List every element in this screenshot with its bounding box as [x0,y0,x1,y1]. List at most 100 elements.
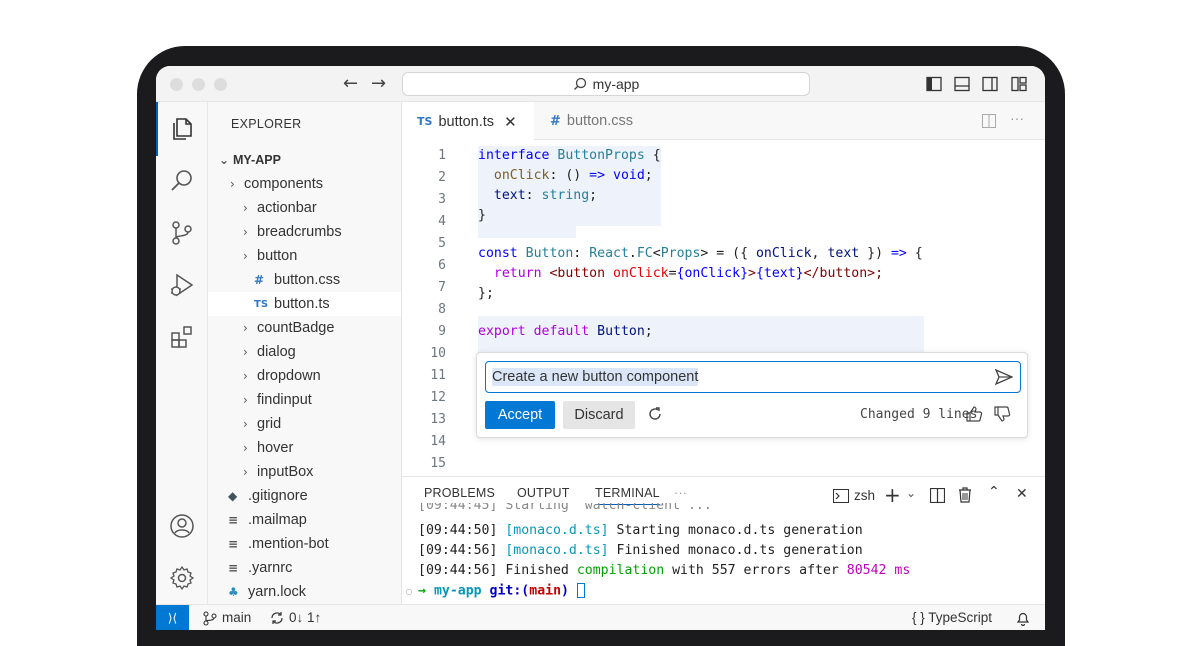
chevron-right-icon: › [243,393,248,407]
chat-input[interactable]: Create a new button component [485,361,1021,393]
tree-item-yarn-lock[interactable]: ♣ yarn.lock [208,580,401,604]
yarn-file-icon: ♣ [228,585,239,599]
tree-item-label: .mailmap [248,512,307,528]
more-actions-icon[interactable]: ··· [1010,110,1024,126]
add-terminal-icon[interactable]: + [884,483,901,507]
maximize-panel-icon[interactable]: ⌃ [988,484,1000,500]
terminal-icon [833,489,849,503]
accept-button[interactable]: Accept [485,401,555,429]
tree-item-countbadge[interactable]: › countBadge [208,316,401,340]
tree-item-button[interactable]: › button [208,244,401,268]
tree-item-dialog[interactable]: › dialog [208,340,401,364]
tree-item-label: breadcrumbs [257,224,342,240]
chevron-down-icon[interactable]: ⌄ [906,486,916,500]
split-editor-icon[interactable] [982,114,996,128]
inline-chat-widget: Create a new button component Accept Dis… [476,352,1028,438]
tree-item-mailmap[interactable]: ≡ .mailmap [208,508,401,532]
more-tabs-icon[interactable]: ··· [674,486,687,500]
window-zoom-button[interactable] [214,78,227,91]
tree-item-grid[interactable]: › grid [208,412,401,436]
tree-item-button-ts[interactable]: TS button.ts [208,292,401,316]
branch-name[interactable]: main [222,610,251,625]
bottom-panel: PROBLEMS OUTPUT TERMINAL ··· zsh + ⌄ ⌃ ✕… [402,476,1045,604]
tree-item-gitignore[interactable]: ◆ .gitignore [208,484,401,508]
chevron-down-icon: ⌄ [219,153,230,167]
close-panel-icon[interactable]: ✕ [1016,486,1028,502]
tree-item-hover[interactable]: › hover [208,436,401,460]
run-debug-icon[interactable] [169,272,195,298]
line-number: 13 [430,412,446,427]
arrow-left-icon[interactable]: ← [343,73,358,94]
tree-item-label: button.ts [274,296,330,312]
notification-bell-icon[interactable] [1016,611,1030,626]
tree-item-inputbox[interactable]: › inputBox [208,460,401,484]
terminal-line: [09:44:56] Finished compilation with 557… [418,563,911,578]
tree-item-breadcrumbs[interactable]: › breadcrumbs [208,220,401,244]
files-icon[interactable] [169,116,195,142]
code-line-7: return <button onClick={onClick}>{text}<… [478,266,884,281]
explorer-sidebar: EXPLORER ⌄ MY-APP › components › actionbar … [208,102,402,604]
remote-indicator-icon[interactable]: ⟩⟨ [156,605,189,630]
toggle-primary-sidebar-icon[interactable] [926,76,942,92]
tab-output[interactable]: OUTPUT [517,486,570,500]
search-icon[interactable] [169,168,195,194]
terminal-prompt[interactable]: ○ → my-app git:(main) [406,583,585,599]
activity-bar [156,102,208,604]
line-number: 3 [438,192,446,207]
extensions-icon[interactable] [169,324,195,350]
tree-item-button-css[interactable]: # button.css [208,268,401,292]
status-bar: ⟩⟨ main 0↓ 1↑ { } TypeScript [156,604,1045,630]
tree-item-dropdown[interactable]: › dropdown [208,364,401,388]
line-number: 4 [438,214,446,229]
line-number: 15 [430,456,446,471]
chevron-right-icon: › [243,249,248,263]
command-center[interactable]: my-app [402,72,810,96]
split-terminal-icon[interactable] [930,488,945,503]
code-editor[interactable]: 1 2 3 4 5 6 7 8 9 10 11 12 13 14 15 inte… [402,140,1045,476]
window-minimize-button[interactable] [192,78,205,91]
tree-item-mention-bot[interactable]: ≡ .mention-bot [208,532,401,556]
tree-item-label: button.css [274,272,341,288]
toggle-secondary-sidebar-icon[interactable] [982,76,998,92]
tree-item-actionbar[interactable]: › actionbar [208,196,401,220]
tab-button-css[interactable]: # button.css [534,102,656,140]
toggle-panel-icon[interactable] [954,76,970,92]
shell-name[interactable]: zsh [854,488,875,503]
code-line-6: const Button: React.FC<Props> = ({ onCli… [478,246,923,261]
tab-problems[interactable]: PROBLEMS [424,486,495,500]
tree-root-label: MY-APP [233,153,281,167]
text-file-icon: ≡ [228,537,239,551]
git-branch-icon [203,611,217,626]
customize-layout-icon[interactable] [1011,76,1027,92]
settings-gear-icon[interactable] [169,565,195,591]
chevron-right-icon: › [243,345,248,359]
editor-tabs: TS button.ts ✕ # button.css ··· [402,102,1045,141]
thumbs-up-icon[interactable] [965,405,983,423]
window-close-button[interactable] [170,78,183,91]
sync-icon[interactable] [270,611,284,625]
trash-icon[interactable] [958,487,972,503]
tree-root[interactable]: ⌄ MY-APP [208,148,401,172]
tab-button-ts[interactable]: TS button.ts ✕ [402,102,534,141]
discard-button[interactable]: Discard [563,401,635,429]
thumbs-down-icon[interactable] [993,405,1011,423]
account-icon[interactable] [169,513,195,539]
vscode-window: ← → my-app EXPLORER ⌄ MY-APP › components … [156,66,1045,630]
css-file-icon: # [254,273,265,287]
regenerate-icon[interactable] [647,406,663,422]
tree-item-label: findinput [257,392,312,408]
close-icon[interactable]: ✕ [504,113,517,131]
tree-item-yarnrc[interactable]: ≡ .yarnrc [208,556,401,580]
line-number: 2 [438,170,446,185]
language-mode[interactable]: { } TypeScript [912,610,992,625]
source-control-icon[interactable] [169,220,195,246]
send-icon[interactable] [995,369,1013,385]
line-number: 10 [430,346,446,361]
title-bar: ← → my-app [156,66,1045,102]
tree-item-findinput[interactable]: › findinput [208,388,401,412]
tab-label: button.css [566,113,633,129]
sync-status[interactable]: 0↓ 1↑ [289,610,321,625]
arrow-right-icon[interactable]: → [371,73,386,94]
tree-item-components[interactable]: › components [208,172,401,196]
line-number: 8 [438,302,446,317]
